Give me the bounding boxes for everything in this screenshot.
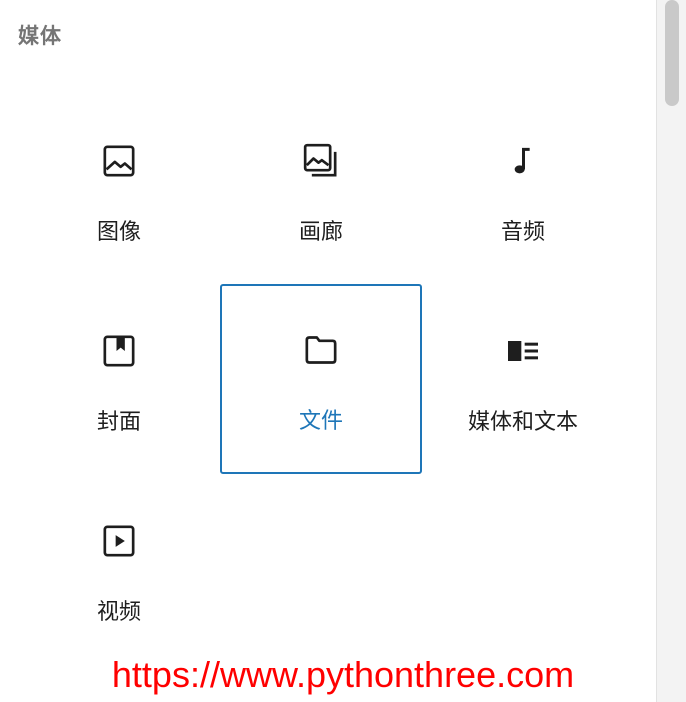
video-icon (20, 521, 218, 561)
file-icon (222, 330, 420, 370)
block-video[interactable]: 视频 (19, 475, 219, 663)
media-text-icon (424, 331, 622, 371)
block-label: 媒体和文本 (467, 410, 578, 435)
block-label: 封面 (96, 410, 141, 435)
block-label: 视频 (96, 600, 141, 625)
cover-icon (20, 331, 218, 371)
block-cover[interactable]: 封面 (19, 285, 219, 473)
block-label: 文件 (298, 409, 343, 434)
block-audio[interactable]: 音频 (423, 95, 623, 283)
block-file[interactable]: 文件 (220, 284, 422, 474)
image-icon (20, 141, 218, 181)
block-image[interactable]: 图像 (19, 95, 219, 283)
block-inserter-panel: 媒体 图像 画廊 音频 封面 文件 媒体和文本 视频 (0, 0, 656, 702)
scrollbar[interactable] (656, 0, 686, 702)
block-label: 画廊 (298, 220, 343, 245)
watermark-text: https://www.pythonthree.com (111, 654, 575, 695)
audio-icon (424, 141, 622, 181)
block-media-text[interactable]: 媒体和文本 (423, 285, 623, 473)
block-label: 音频 (500, 220, 545, 245)
block-label: 图像 (96, 220, 141, 245)
section-title: 媒体 (18, 24, 62, 48)
gallery-icon (222, 141, 420, 181)
block-gallery[interactable]: 画廊 (221, 95, 421, 283)
scrollbar-thumb[interactable] (665, 0, 679, 106)
